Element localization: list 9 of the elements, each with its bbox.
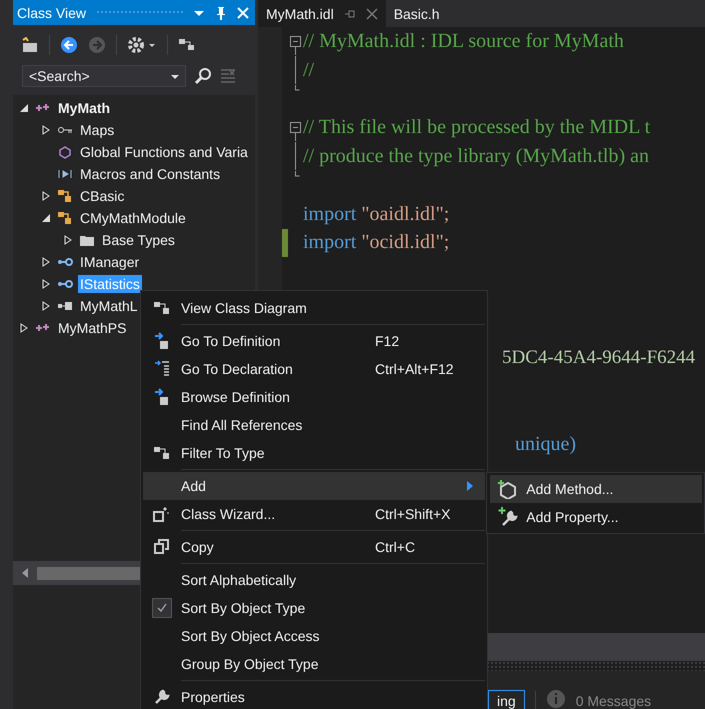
- code-comment: // produce the type library (MyMath.tlb) an: [303, 145, 650, 168]
- code-line: 5DC4-45A4-9644-F6244: [502, 347, 696, 370]
- code-comment: //: [303, 58, 314, 82]
- code-line: unique): [515, 433, 576, 456]
- code-line: import "ocidl.idl";: [303, 231, 450, 254]
- code-comment: // This file will be processed by the MIDL t: [303, 116, 650, 140]
- code-line: import "oaidl.idl";: [303, 202, 450, 226]
- panel-title: Class View: [17, 4, 86, 20]
- code-comment: // MyMath.idl : IDL source for MyMath: [303, 30, 624, 53]
